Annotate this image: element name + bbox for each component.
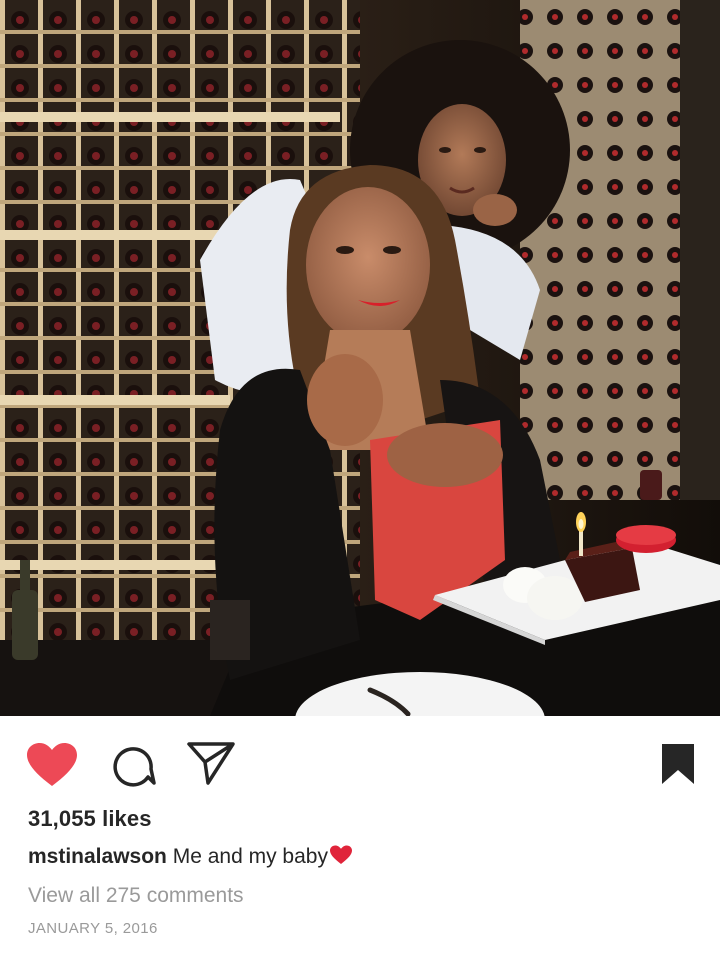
- comment-button[interactable]: [110, 741, 158, 789]
- post-date: JANUARY 5, 2016: [28, 920, 158, 937]
- comment-bubble-icon: [113, 747, 156, 787]
- post-caption: mstinalawson Me and my baby: [28, 845, 353, 871]
- view-all-comments-link[interactable]: View all 275 comments: [28, 884, 244, 908]
- caption-username[interactable]: mstinalawson: [28, 845, 167, 868]
- post-photo[interactable]: [0, 0, 720, 716]
- share-button[interactable]: [186, 740, 236, 786]
- post-photo-image: [0, 0, 720, 716]
- bookmark-filled-icon: [662, 744, 694, 784]
- save-button[interactable]: [660, 742, 696, 786]
- paper-plane-icon: [187, 742, 235, 785]
- red-heart-emoji-icon: [329, 845, 353, 871]
- post-action-bar: [0, 716, 720, 808]
- like-button[interactable]: [26, 742, 78, 788]
- likes-count[interactable]: 31,055 likes: [28, 806, 152, 832]
- caption-text: Me and my baby: [172, 845, 328, 868]
- heart-filled-icon: [27, 743, 77, 786]
